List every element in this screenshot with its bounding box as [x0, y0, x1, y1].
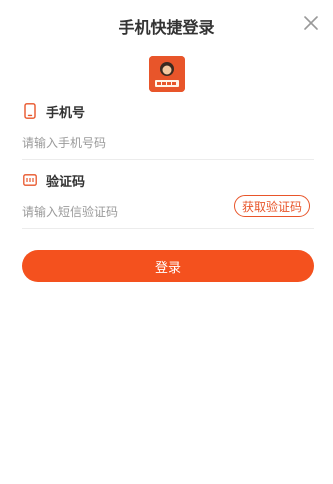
login-button[interactable]: 登录 — [22, 250, 314, 282]
phone-label-row: 手机号 — [22, 102, 314, 121]
code-field-group: 验证码 获取验证码 — [22, 171, 314, 229]
header: 手机快捷登录 — [0, 0, 333, 60]
phone-label: 手机号 — [46, 105, 86, 121]
phone-icon — [22, 102, 38, 120]
close-icon[interactable] — [301, 13, 321, 33]
login-screen: 手机快捷登录 手机号 请输入手机号码 验证码 请输入短信验证码 获取验证码 登录 — [0, 0, 333, 484]
phone-field-group: 手机号 — [22, 102, 314, 160]
code-label-row: 验证码 — [22, 171, 314, 190]
page-title: 手机快捷登录 — [118, 18, 215, 37]
phone-input[interactable] — [22, 133, 222, 153]
code-label: 验证码 — [46, 174, 86, 190]
app-logo-icon — [149, 56, 185, 92]
phone-input-row — [22, 132, 314, 160]
get-code-button[interactable]: 获取验证码 — [233, 195, 310, 217]
message-code-icon — [22, 171, 38, 189]
code-input[interactable] — [22, 202, 222, 222]
code-input-row: 获取验证码 — [22, 195, 314, 229]
